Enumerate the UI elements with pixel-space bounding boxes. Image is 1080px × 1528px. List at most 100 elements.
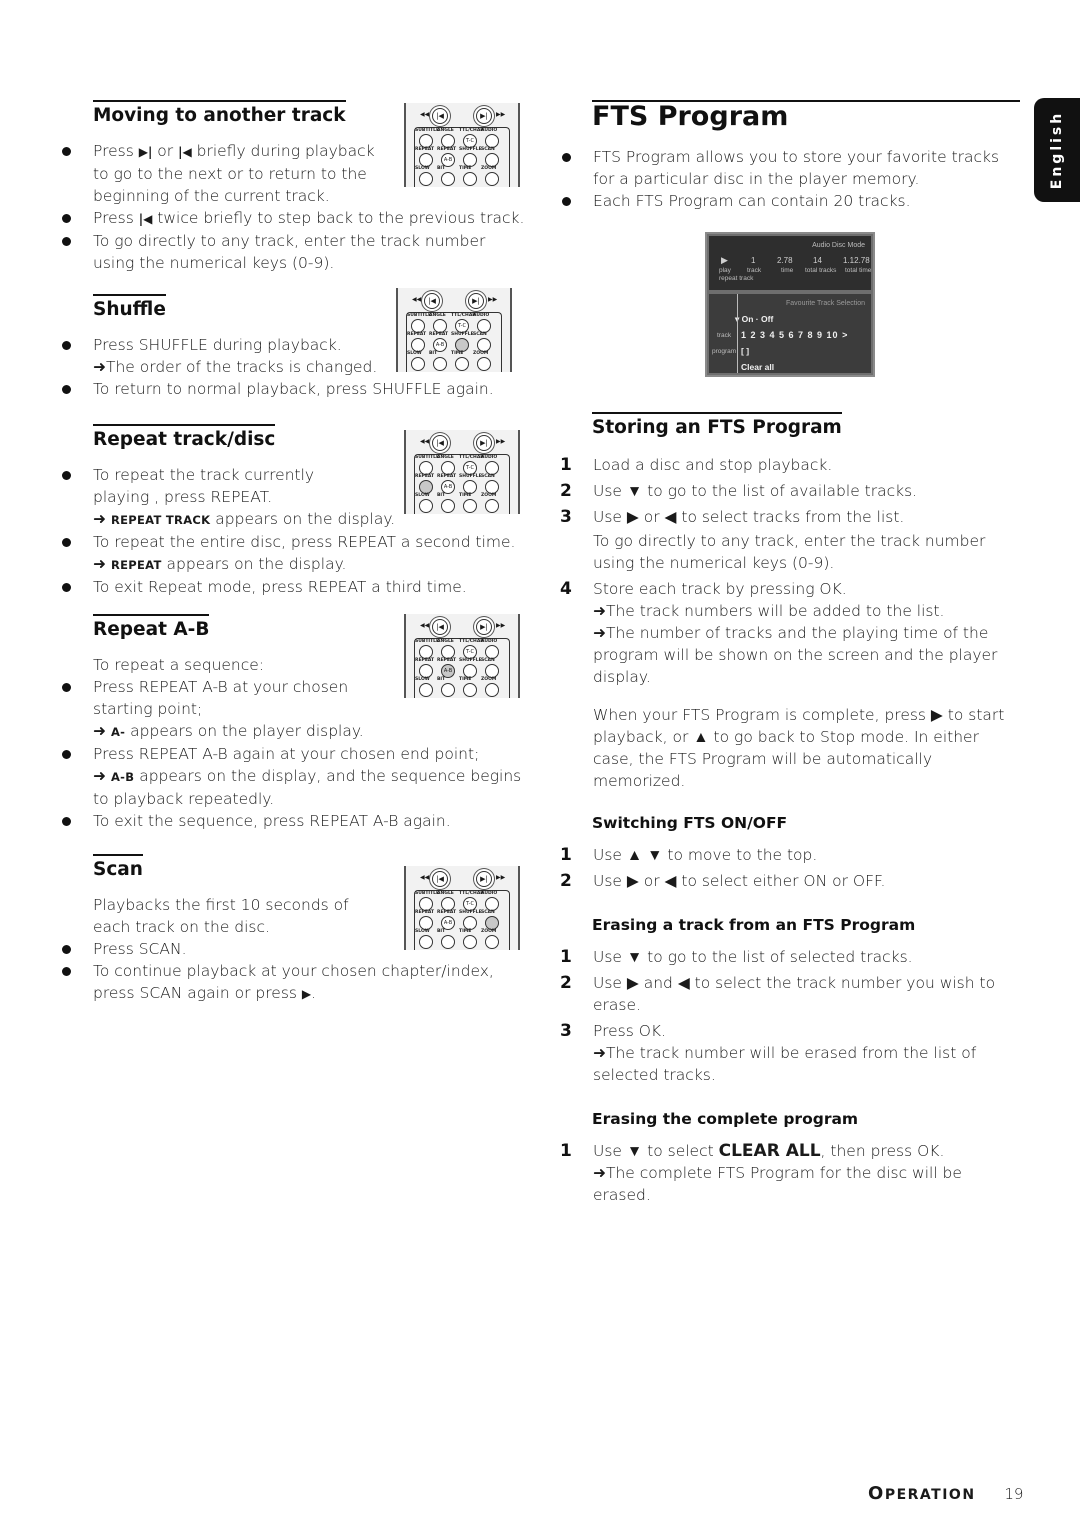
remote-key <box>485 172 499 186</box>
remote-key <box>411 338 425 352</box>
button-label: REPEAT <box>429 332 449 337</box>
section-title: Storing an FTS Program <box>592 412 842 440</box>
step-item: 4 Store each track by pressing OK. ➜The … <box>560 579 998 686</box>
remote-key <box>485 683 499 697</box>
button-label: BIT <box>437 929 446 934</box>
previous-track-button: |◀ <box>432 435 448 451</box>
subsection-title: Switching FTS ON/OFF <box>592 814 788 832</box>
disc-mode-label: Audio Disc Mode <box>812 242 865 249</box>
remote-key <box>485 134 499 148</box>
rewind-icon: ◀◀ <box>420 622 430 629</box>
button-label: SUBTITLE <box>407 313 432 318</box>
remote-key <box>419 683 433 697</box>
play-icon: ▶ <box>301 987 312 1001</box>
button-label: SHUFFLE <box>459 658 482 663</box>
note-text: When your FTS Program is complete, press… <box>593 706 1005 790</box>
next-track-icon: ▶| <box>138 145 153 159</box>
remote-key <box>485 897 499 911</box>
section-title: Moving to another track <box>93 100 346 128</box>
arrow-icon: ➜ <box>93 358 106 376</box>
track-list[interactable]: 1 2 3 4 5 6 7 8 9 10 > <box>741 330 848 340</box>
fast-forward-icon: ▶▶ <box>488 296 498 303</box>
remote-key: A-B <box>441 153 455 167</box>
remote-key <box>463 683 477 697</box>
screen-status-panel: Audio Disc Mode ▶ play repeat track 1 tr… <box>709 236 871 290</box>
remote-key <box>441 683 455 697</box>
remote-key <box>419 935 433 949</box>
button-label: TIME <box>459 929 472 934</box>
next-track-button: ▶| <box>468 293 484 309</box>
remote-key <box>441 172 455 186</box>
fast-forward-icon: ▶▶ <box>496 111 506 118</box>
remote-illustration: ◀◀ |◀ ▶| ▶▶ SUBTITLE ANGLE TTL/CHAP T-C AUDIO REP… <box>404 614 520 698</box>
remote-key <box>441 499 455 513</box>
button-label: REPEAT <box>437 474 457 479</box>
remote-key <box>419 499 433 513</box>
remote-key <box>419 916 433 930</box>
page-title: FTS Program <box>592 100 1020 132</box>
remote-key <box>485 461 499 475</box>
button-label: SLOW <box>415 493 430 498</box>
on-off-toggle[interactable]: ▾ On · Off <box>735 314 773 325</box>
button-label: ANGLE <box>429 313 446 318</box>
step-item: 1 Use ▼ to select CLEAR ALL, then press … <box>560 1141 962 1204</box>
play-icon: ▶ <box>721 255 728 265</box>
remote-key <box>485 916 499 930</box>
arrow-icon: ➜ <box>93 722 106 740</box>
button-label: ZOOM <box>481 677 497 682</box>
remote-key <box>419 172 433 186</box>
previous-track-button: |◀ <box>432 619 448 635</box>
remote-key <box>463 664 477 678</box>
remote-key <box>419 664 433 678</box>
section-name: OPERATION <box>868 1483 976 1504</box>
fast-forward-icon: ▶▶ <box>496 622 506 629</box>
step-item: 2 Use ▼ to go to the list of available tr… <box>560 481 918 501</box>
remote-key <box>419 153 433 167</box>
list-item: Press |◀ twice briefly to step back to t… <box>60 207 530 230</box>
list-item: To exit the sequence, press REPEAT A-B a… <box>60 810 530 832</box>
button-label: SUBTITLE <box>415 639 440 644</box>
button-label: AUDIO <box>481 128 498 133</box>
next-track-button: ▶| <box>476 619 492 635</box>
remote-key <box>485 480 499 494</box>
program-list[interactable]: [ ] <box>741 346 749 356</box>
remote-key <box>441 134 455 148</box>
remote-key <box>441 935 455 949</box>
next-track-button: ▶| <box>476 871 492 887</box>
button-label: SCAN <box>481 910 495 915</box>
button-label: ANGLE <box>437 639 454 644</box>
section-title: Shuffle <box>93 294 166 322</box>
remote-key <box>441 461 455 475</box>
rewind-icon: ◀◀ <box>420 438 430 445</box>
clear-all-option[interactable]: Clear all <box>741 362 774 372</box>
rewind-icon: ◀◀ <box>420 111 430 118</box>
subsection-title: Erasing the complete program <box>592 1110 859 1128</box>
button-label: TTL/CHAP <box>459 891 484 896</box>
remote-illustration: ◀◀ |◀ ▶| ▶▶ SUBTITLE ANGLE TTL/CHAP T-C AUDIO REP… <box>404 430 520 514</box>
button-label: BIT <box>437 677 446 682</box>
button-label: ZOOM <box>481 929 497 934</box>
page-footer: OPERATION 19 <box>868 1483 1023 1504</box>
button-label: REPEAT <box>437 147 457 152</box>
remote-key <box>463 480 477 494</box>
remote-key <box>485 499 499 513</box>
rewind-icon: ◀◀ <box>420 874 430 881</box>
step-item: 3 Use ▶ or ◀ to select tracks from the l… <box>560 507 986 572</box>
button-label: SHUFFLE <box>459 910 482 915</box>
button-label: ZOOM <box>481 493 497 498</box>
button-label: TTL/CHAP <box>451 313 476 318</box>
button-label: SLOW <box>415 929 430 934</box>
remote-key <box>463 935 477 949</box>
list-item: Each FTS Program can contain 20 tracks. <box>560 190 1020 212</box>
divider <box>737 294 738 373</box>
remote-key: A-B <box>441 916 455 930</box>
button-label: REPEAT <box>415 658 435 663</box>
next-track-button: ▶| <box>476 108 492 124</box>
button-label: ANGLE <box>437 891 454 896</box>
button-label: ANGLE <box>437 455 454 460</box>
button-label: SHUFFLE <box>459 147 482 152</box>
button-label: SCAN <box>481 658 495 663</box>
screen-fts-panel: Favourite Track Selection ▾ On · Off tra… <box>709 294 871 373</box>
button-label: REPEAT <box>437 658 457 663</box>
remote-key <box>455 338 469 352</box>
